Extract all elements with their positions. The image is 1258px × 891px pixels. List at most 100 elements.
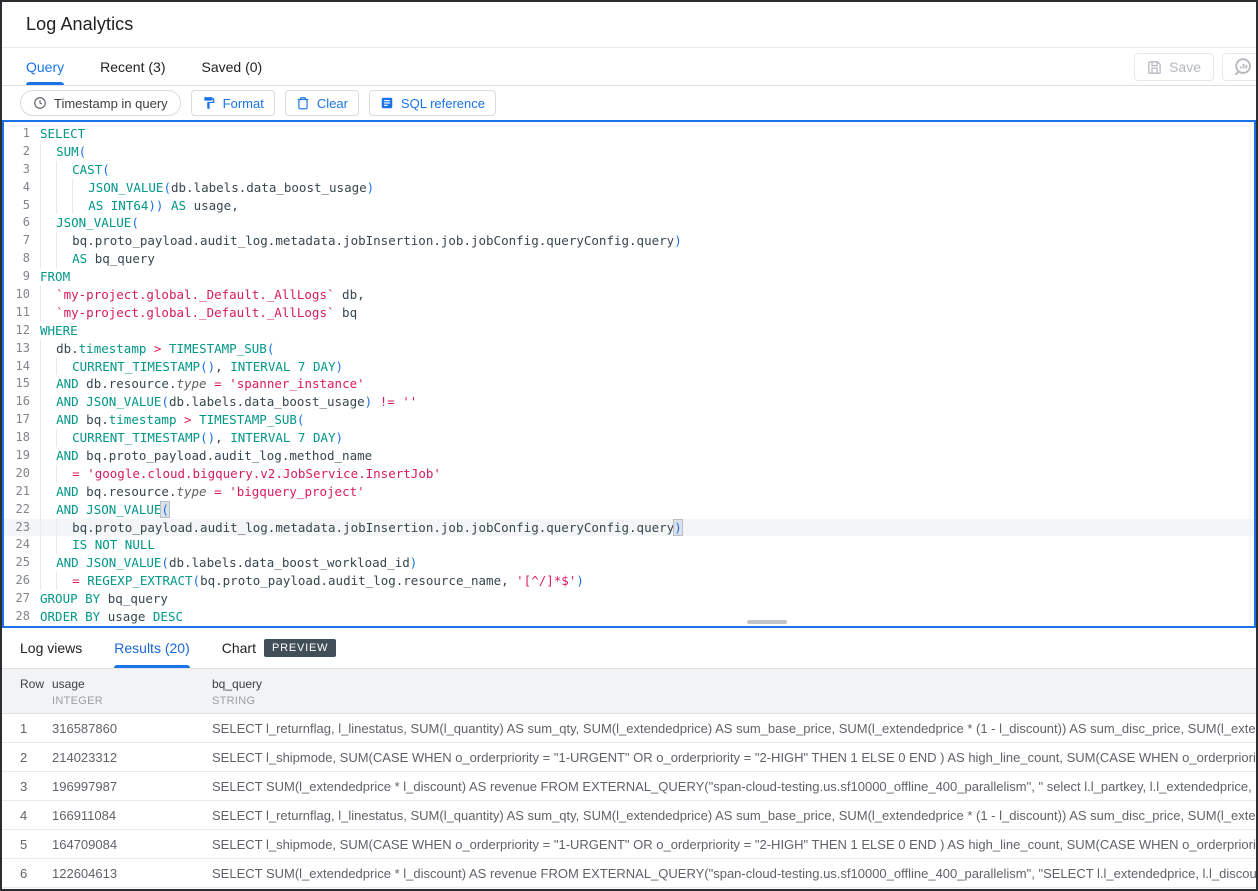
timestamp-in-query-chip[interactable]: Timestamp in query bbox=[20, 90, 181, 116]
code-line[interactable]: 13 db.timestamp > TIMESTAMP_SUB( bbox=[4, 340, 1254, 358]
code-line[interactable]: 25 AND JSON_VALUE(db.labels.data_boost_w… bbox=[4, 554, 1254, 572]
code-line[interactable]: 17 AND bq.timestamp > TIMESTAMP_SUB( bbox=[4, 411, 1254, 429]
line-number: 12 bbox=[4, 322, 30, 340]
code-line[interactable]: 28ORDER BY usage DESC bbox=[4, 608, 1254, 626]
cell-usage: 164709084 bbox=[52, 837, 212, 852]
line-number: 16 bbox=[4, 393, 30, 411]
sql-reference-button[interactable]: SQL reference bbox=[369, 90, 496, 116]
code-text: SELECT bbox=[30, 125, 85, 143]
sql-reference-button-label: SQL reference bbox=[401, 96, 485, 111]
code-text: SUM( bbox=[30, 143, 86, 161]
code-text: ORDER BY usage DESC bbox=[30, 608, 183, 626]
table-row[interactable]: 5164709084SELECT l_shipmode, SUM(CASE WH… bbox=[2, 830, 1256, 859]
tab-recent[interactable]: Recent (3) bbox=[100, 48, 165, 85]
code-text: CURRENT_TIMESTAMP(), INTERVAL 7 DAY) bbox=[30, 429, 343, 447]
line-number: 7 bbox=[4, 232, 30, 250]
code-line[interactable]: 24 IS NOT NULL bbox=[4, 536, 1254, 554]
save-button[interactable]: Save bbox=[1134, 53, 1214, 81]
tab-log-views-label: Log views bbox=[20, 640, 82, 656]
code-text: FROM bbox=[30, 268, 70, 286]
tab-query[interactable]: Query bbox=[26, 48, 64, 85]
title-bar: Log Analytics bbox=[2, 2, 1256, 48]
code-text: AND bq.timestamp > TIMESTAMP_SUB( bbox=[30, 411, 304, 429]
cell-usage: 196997987 bbox=[52, 779, 212, 794]
code-line[interactable]: 2 SUM( bbox=[4, 143, 1254, 161]
code-text: CURRENT_TIMESTAMP(), INTERVAL 7 DAY) bbox=[30, 358, 343, 376]
cell-bq-query: SELECT l_returnflag, l_linestatus, SUM(l… bbox=[212, 721, 1256, 736]
tab-saved[interactable]: Saved (0) bbox=[201, 48, 262, 85]
column-type-usage: INTEGER bbox=[52, 693, 212, 710]
code-line[interactable]: 4 JSON_VALUE(db.labels.data_boost_usage) bbox=[4, 179, 1254, 197]
code-text: AND db.resource.type = 'spanner_instance… bbox=[30, 375, 365, 393]
line-number: 2 bbox=[4, 143, 30, 161]
editor-toolbar: Timestamp in query Format Clear bbox=[2, 86, 1256, 120]
line-number: 9 bbox=[4, 268, 30, 286]
query-insights-button[interactable] bbox=[1222, 53, 1258, 81]
line-number: 24 bbox=[4, 536, 30, 554]
line-number: 5 bbox=[4, 197, 30, 215]
code-line[interactable]: 1SELECT bbox=[4, 125, 1254, 143]
code-line[interactable]: 19 AND bq.proto_payload.audit_log.method… bbox=[4, 447, 1254, 465]
cell-row-number: 2 bbox=[2, 750, 52, 765]
code-text: `my-project.global._Default._AllLogs` bq bbox=[30, 304, 357, 322]
trash-icon bbox=[296, 96, 310, 110]
tab-chart[interactable]: Chart PREVIEW bbox=[222, 628, 337, 668]
tab-results-label: Results (20) bbox=[114, 640, 189, 656]
line-number: 17 bbox=[4, 411, 30, 429]
code-line[interactable]: 21 AND bq.resource.type = 'bigquery_proj… bbox=[4, 483, 1254, 501]
code-line[interactable]: 7 bq.proto_payload.audit_log.metadata.jo… bbox=[4, 232, 1254, 250]
preview-badge: PREVIEW bbox=[264, 639, 336, 657]
code-line[interactable]: 5 AS INT64)) AS usage, bbox=[4, 197, 1254, 215]
code-line[interactable]: 16 AND JSON_VALUE(db.labels.data_boost_u… bbox=[4, 393, 1254, 411]
format-button[interactable]: Format bbox=[191, 90, 275, 116]
code-line[interactable]: 10 `my-project.global._Default._AllLogs`… bbox=[4, 286, 1254, 304]
editor-horizontal-scrollbar[interactable] bbox=[747, 620, 787, 624]
code-text: WHERE bbox=[30, 322, 78, 340]
cell-row-number: 4 bbox=[2, 808, 52, 823]
line-number: 11 bbox=[4, 304, 30, 322]
save-icon bbox=[1147, 60, 1162, 75]
timestamp-chip-label: Timestamp in query bbox=[54, 96, 168, 111]
tab-results[interactable]: Results (20) bbox=[114, 628, 189, 668]
line-number: 10 bbox=[4, 286, 30, 304]
table-row[interactable]: 3196997987SELECT SUM(l_extendedprice * l… bbox=[2, 772, 1256, 801]
clock-icon bbox=[33, 96, 47, 110]
table-row[interactable]: 1316587860SELECT l_returnflag, l_linesta… bbox=[2, 714, 1256, 743]
line-number: 18 bbox=[4, 429, 30, 447]
code-text: AS bq_query bbox=[30, 250, 155, 268]
code-line[interactable]: 15 AND db.resource.type = 'spanner_insta… bbox=[4, 375, 1254, 393]
table-row[interactable]: 2214023312SELECT l_shipmode, SUM(CASE WH… bbox=[2, 743, 1256, 772]
document-icon bbox=[380, 96, 394, 110]
table-row[interactable]: 4166911084SELECT l_returnflag, l_linesta… bbox=[2, 801, 1256, 830]
code-line[interactable]: 6 JSON_VALUE( bbox=[4, 214, 1254, 232]
code-line[interactable]: 3 CAST( bbox=[4, 161, 1254, 179]
column-type-bq-query: STRING bbox=[212, 693, 1256, 710]
code-line[interactable]: 9FROM bbox=[4, 268, 1254, 286]
clear-button[interactable]: Clear bbox=[285, 90, 359, 116]
tab-log-views[interactable]: Log views bbox=[20, 628, 82, 668]
table-row[interactable]: 6122604613SELECT SUM(l_extendedprice * l… bbox=[2, 859, 1256, 888]
cell-usage: 214023312 bbox=[52, 750, 212, 765]
code-line[interactable]: 26 = REGEXP_EXTRACT(bq.proto_payload.aud… bbox=[4, 572, 1254, 590]
code-text: AND bq.proto_payload.audit_log.method_na… bbox=[30, 447, 372, 465]
cell-row-number: 3 bbox=[2, 779, 52, 794]
code-line[interactable]: 11 `my-project.global._Default._AllLogs`… bbox=[4, 304, 1254, 322]
code-line[interactable]: 23 bq.proto_payload.audit_log.metadata.j… bbox=[4, 519, 1254, 537]
code-line[interactable]: 12WHERE bbox=[4, 322, 1254, 340]
cell-usage: 122604613 bbox=[52, 866, 212, 881]
tab-saved-label: Saved (0) bbox=[201, 59, 262, 75]
code-lines: 1SELECT2 SUM(3 CAST(4 JSON_VALUE(db.labe… bbox=[4, 122, 1254, 626]
code-line[interactable]: 22 AND JSON_VALUE( bbox=[4, 501, 1254, 519]
code-line[interactable]: 8 AS bq_query bbox=[4, 250, 1254, 268]
cell-bq-query: SELECT l_returnflag, l_linestatus, SUM(l… bbox=[212, 808, 1256, 823]
code-text: IS NOT NULL bbox=[30, 536, 155, 554]
sql-editor[interactable]: 1SELECT2 SUM(3 CAST(4 JSON_VALUE(db.labe… bbox=[2, 120, 1256, 628]
code-line[interactable]: 18 CURRENT_TIMESTAMP(), INTERVAL 7 DAY) bbox=[4, 429, 1254, 447]
format-paint-icon bbox=[202, 96, 216, 110]
code-line[interactable]: 27GROUP BY bq_query bbox=[4, 590, 1254, 608]
code-line[interactable]: 20 = 'google.cloud.bigquery.v2.JobServic… bbox=[4, 465, 1254, 483]
tab-recent-label: Recent (3) bbox=[100, 59, 165, 75]
tab-chart-label: Chart bbox=[222, 640, 256, 656]
cell-row-number: 5 bbox=[2, 837, 52, 852]
code-line[interactable]: 14 CURRENT_TIMESTAMP(), INTERVAL 7 DAY) bbox=[4, 358, 1254, 376]
